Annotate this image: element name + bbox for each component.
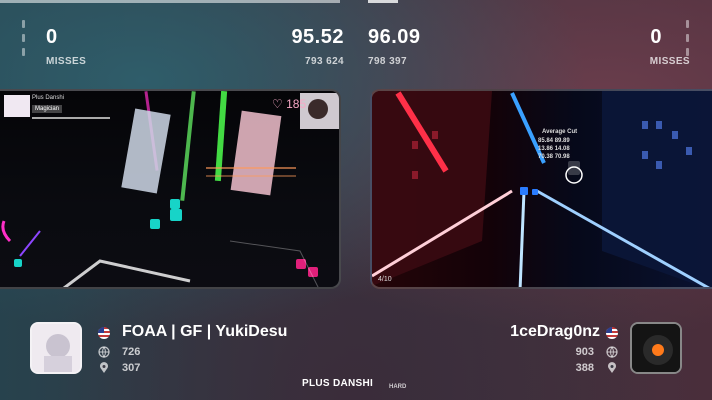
- heart-rate-readout: ♡ 185: [272, 97, 306, 111]
- cut-value: 14.08: [554, 146, 570, 152]
- right-accuracy: 96.09: [368, 26, 421, 48]
- us-flag-icon: [98, 327, 110, 339]
- right-player-name: 1ceDrag0nz: [510, 323, 600, 340]
- left-tick-marks: [22, 20, 26, 62]
- left-modifier-badge: Magician: [32, 105, 63, 113]
- left-misses-count: 0: [46, 26, 58, 48]
- globe-icon: [606, 346, 618, 358]
- left-global-rank: 726: [122, 346, 141, 358]
- average-cut-values: 85.84 89.89 13.86 14.08 70.38 70.98: [538, 137, 578, 161]
- cut-value: 70.98: [554, 154, 570, 160]
- left-scene-graphic: [1, 91, 339, 287]
- left-player-avatar: [30, 322, 82, 374]
- right-progress-line: [368, 0, 398, 3]
- left-progress-line: [0, 0, 340, 3]
- cut-value: 89.89: [554, 138, 570, 144]
- heart-icon: ♡: [272, 97, 283, 111]
- heart-rate-value: 185: [286, 97, 307, 111]
- globe-icon: [98, 346, 110, 358]
- right-country-rank: 388: [575, 362, 594, 374]
- cut-value: 85.84: [538, 138, 554, 144]
- right-score: 798 397: [368, 56, 407, 67]
- right-player-avatar: [630, 322, 682, 374]
- average-cut-title: Average Cut: [542, 129, 578, 135]
- cut-value: 13.86: [538, 146, 554, 152]
- us-flag-icon: [606, 327, 618, 339]
- left-score: 793 624: [305, 56, 344, 67]
- right-scene-graphic: [372, 91, 712, 287]
- left-misses-label: MISSES: [46, 56, 87, 67]
- cut-value: 70.38: [538, 154, 554, 160]
- song-progress-counter: 4/10: [378, 276, 392, 283]
- right-global-rank: 903: [575, 346, 594, 358]
- location-pin-icon: [100, 362, 108, 373]
- right-avatar-image: [632, 324, 680, 372]
- left-overlay-name: Plus Danshi: [32, 95, 65, 101]
- left-game-feed: Plus Danshi Magician ♡ 185: [0, 89, 341, 289]
- right-tick-marks: [686, 20, 690, 62]
- location-pin-icon: [608, 362, 616, 373]
- left-country-rank: 307: [122, 362, 141, 374]
- left-player-name: FOAA | GF | YukiDesu: [122, 323, 288, 340]
- right-misses-label: MISSES: [649, 56, 690, 67]
- right-misses-count: 0: [650, 26, 662, 48]
- song-difficulty: HARD: [389, 384, 407, 390]
- left-avatar-image: [32, 324, 80, 372]
- right-game-feed: Average Cut 85.84 89.89 13.86 14.08 70.3…: [370, 89, 712, 289]
- song-title: PLUS DANSHI: [302, 378, 374, 389]
- left-accuracy: 95.52: [291, 26, 344, 48]
